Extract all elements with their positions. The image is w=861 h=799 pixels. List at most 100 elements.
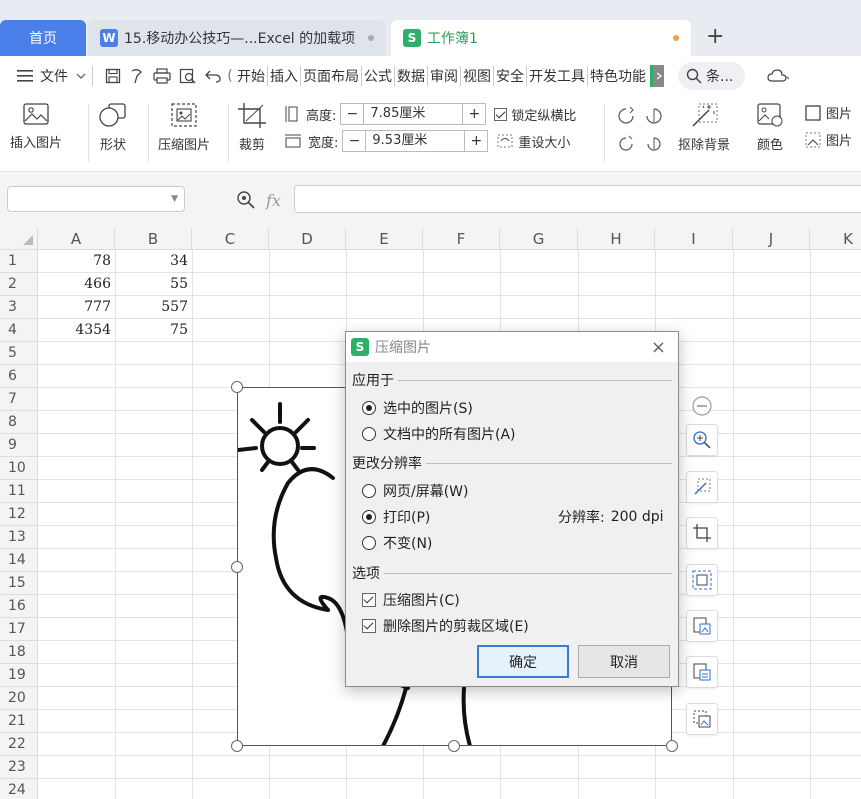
row-header[interactable]: 5 [0, 342, 38, 365]
height-decrement-button[interactable]: − [341, 106, 363, 122]
row-header[interactable]: 10 [0, 457, 38, 480]
reset-size-button[interactable]: 重设大小 [496, 132, 570, 151]
remove-background-side-button[interactable] [686, 471, 718, 503]
checkbox[interactable] [362, 619, 376, 633]
row-header[interactable]: 9 [0, 434, 38, 457]
tab-document[interactable]: W 15.移动办公技巧—...Excel 的加载项 [88, 20, 386, 56]
picture-replace-side-button[interactable] [686, 703, 718, 735]
cell-a3[interactable]: 777 [38, 296, 115, 319]
select-all-corner[interactable] [0, 228, 38, 250]
menu-home[interactable]: 开始 [235, 56, 267, 96]
menu-review[interactable]: 审阅 [428, 56, 460, 96]
crop-button[interactable]: 裁剪 [237, 102, 267, 153]
column-header[interactable]: G [500, 228, 578, 250]
width-increment-button[interactable]: + [465, 133, 487, 149]
row-header[interactable]: 15 [0, 572, 38, 595]
picture-border-button[interactable]: 图片 [804, 103, 852, 122]
redo-partial-icon[interactable]: ( [225, 68, 235, 84]
column-header[interactable]: K [810, 228, 861, 250]
checkbox-compress-pictures[interactable]: 压缩图片(C) [362, 590, 460, 610]
column-header[interactable]: B [115, 228, 192, 250]
cancel-button[interactable]: 取消 [578, 645, 670, 678]
column-header[interactable]: A [38, 228, 115, 250]
save-icon[interactable] [101, 68, 125, 84]
menu-data[interactable]: 数据 [395, 56, 427, 96]
menu-insert[interactable]: 插入 [268, 56, 300, 96]
row-header[interactable]: 8 [0, 411, 38, 434]
column-header[interactable]: I [655, 228, 733, 250]
radio-selected-picture[interactable]: 选中的图片(S) [362, 398, 473, 418]
column-header[interactable]: F [423, 228, 500, 250]
row-header[interactable]: 16 [0, 595, 38, 618]
shape-button[interactable]: 形状 [98, 102, 128, 153]
picture-to-pdf-side-button[interactable] [686, 610, 718, 642]
hamburger-icon[interactable] [12, 69, 38, 83]
flip-horizontal-icon[interactable] [616, 134, 636, 152]
cell-b2[interactable]: 55 [115, 273, 192, 296]
dialog-title-bar[interactable]: S 压缩图片 × [346, 332, 678, 362]
width-input[interactable]: 9.53厘米 [365, 131, 466, 151]
menu-formula[interactable]: 公式 [362, 56, 394, 96]
zoom-formula-icon[interactable] [236, 190, 256, 210]
row-header[interactable]: 18 [0, 641, 38, 664]
height-stepper[interactable]: − 7.85厘米 + [340, 103, 487, 125]
cell-b1[interactable]: 34 [115, 250, 192, 273]
width-stepper[interactable]: − 9.53厘米 + [342, 130, 489, 152]
print-icon[interactable] [149, 68, 175, 84]
row-header[interactable]: 6 [0, 365, 38, 388]
resize-handle-bottom-left[interactable] [231, 740, 243, 752]
collapse-toolbar-button[interactable] [686, 390, 718, 422]
row-header[interactable]: 21 [0, 710, 38, 733]
radio-no-change[interactable]: 不变(N) [362, 533, 432, 553]
crop-side-button[interactable] [686, 517, 718, 549]
tab-workbook[interactable]: S 工作簿1 [391, 20, 691, 56]
lock-aspect-ratio-check[interactable] [494, 107, 508, 121]
zoom-picture-button[interactable] [686, 424, 718, 456]
close-icon[interactable]: × [651, 337, 666, 358]
picture-to-text-side-button[interactable] [686, 656, 718, 688]
checkbox[interactable] [362, 593, 376, 607]
picture-effects-button[interactable]: 图片 [804, 130, 852, 149]
row-header[interactable]: 23 [0, 756, 38, 779]
resize-handle-bottom-right[interactable] [666, 740, 678, 752]
ok-button[interactable]: 确定 [477, 645, 569, 678]
row-header[interactable]: 11 [0, 480, 38, 503]
row-header[interactable]: 14 [0, 549, 38, 572]
radio-all-pictures[interactable]: 文档中的所有图片(A) [362, 424, 516, 444]
radio-button[interactable] [362, 427, 376, 441]
column-header[interactable]: C [192, 228, 269, 250]
chevron-down-icon[interactable]: ▼ [171, 194, 178, 204]
row-header[interactable]: 17 [0, 618, 38, 641]
rotate-left-icon[interactable] [616, 106, 636, 124]
row-header[interactable]: 20 [0, 687, 38, 710]
menu-file[interactable]: 文件 [38, 56, 70, 96]
checkbox-delete-cropped[interactable]: 删除图片的剪裁区域(E) [362, 616, 529, 636]
radio-button[interactable] [362, 401, 376, 415]
cell-a4[interactable]: 4354 [38, 319, 115, 342]
new-tab-button[interactable]: + [706, 24, 724, 49]
menu-security[interactable]: 安全 [494, 56, 526, 96]
menu-view[interactable]: 视图 [461, 56, 493, 96]
row-header[interactable]: 7 [0, 388, 38, 411]
row-header[interactable]: 4 [0, 319, 38, 342]
row-header[interactable]: 3 [0, 296, 38, 319]
column-header[interactable]: E [346, 228, 423, 250]
column-header[interactable]: D [269, 228, 346, 250]
row-header[interactable]: 13 [0, 526, 38, 549]
radio-web-screen[interactable]: 网页/屏幕(W) [362, 481, 468, 501]
formula-input[interactable] [294, 185, 861, 213]
format-painter-icon[interactable] [125, 68, 149, 84]
cell-b4[interactable]: 75 [115, 319, 192, 342]
cloud-sync-icon[interactable] [767, 68, 790, 84]
flip-vertical-icon[interactable] [644, 134, 664, 152]
print-preview-icon[interactable] [175, 68, 201, 84]
menu-developer[interactable]: 开发工具 [527, 56, 587, 96]
lock-aspect-ratio-checkbox[interactable]: 锁定纵横比 [494, 105, 576, 124]
undo-icon[interactable] [201, 69, 225, 83]
row-header[interactable]: 24 [0, 779, 38, 799]
resize-handle-middle-left[interactable] [231, 561, 243, 573]
height-increment-button[interactable]: + [463, 106, 485, 122]
remove-background-button[interactable]: 抠除背景 [678, 102, 730, 153]
resize-handle-top-left[interactable] [231, 381, 243, 393]
insert-picture-button[interactable]: 插入图片 [10, 102, 62, 151]
